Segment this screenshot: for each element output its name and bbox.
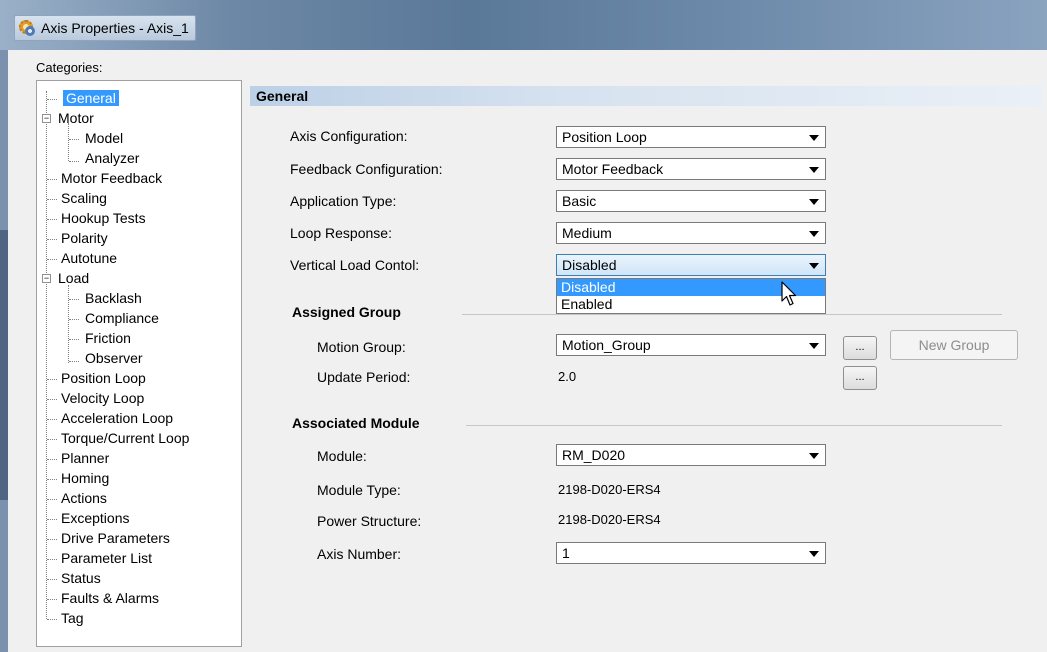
dropdown-arrow-icon [809, 263, 819, 269]
dropdown-arrow-icon [809, 199, 819, 205]
dropdown-arrow-icon [809, 343, 819, 349]
tree-item-tag[interactable]: Tag [58, 609, 87, 627]
tree-item-faults-alarms[interactable]: Faults & Alarms [58, 589, 162, 607]
collapse-load-icon[interactable]: − [42, 274, 51, 283]
feedback-configuration-label: Feedback Configuration: [290, 161, 443, 177]
feedback-configuration-select[interactable]: Motor Feedback [556, 158, 826, 180]
tree-item-hookup-tests[interactable]: Hookup Tests [58, 209, 149, 227]
power-structure-value: 2198-D020-ERS4 [558, 512, 661, 527]
tree-item-motor[interactable]: Motor [55, 109, 97, 127]
vertical-load-control-select[interactable]: Disabled [556, 254, 826, 276]
module-type-value: 2198-D020-ERS4 [558, 482, 661, 497]
assigned-group-title: Assigned Group [292, 304, 401, 320]
tree-item-torque-current-loop[interactable]: Torque/Current Loop [58, 429, 192, 447]
tree-item-scaling[interactable]: Scaling [58, 189, 110, 207]
tree-item-compliance[interactable]: Compliance [82, 309, 162, 327]
tree-item-backlash[interactable]: Backlash [82, 289, 145, 307]
module-select[interactable]: RM_D020 [556, 444, 826, 466]
tree-item-actions[interactable]: Actions [58, 489, 110, 507]
categories-tree[interactable]: General − Motor Model Analyzer Motor Fee… [36, 80, 242, 647]
tree-item-model[interactable]: Model [82, 129, 126, 147]
window-title-tab: Axis Properties - Axis_1 [14, 15, 196, 41]
tree-item-position-loop[interactable]: Position Loop [58, 369, 149, 387]
dropdown-arrow-icon [809, 453, 819, 459]
new-group-button[interactable]: New Group [890, 330, 1018, 360]
assigned-group-divider [462, 314, 1002, 315]
window-left-border [0, 50, 8, 652]
tree-item-observer[interactable]: Observer [82, 349, 146, 367]
motion-group-browse-button[interactable]: ... [843, 336, 877, 360]
tree-item-drive-parameters[interactable]: Drive Parameters [58, 529, 173, 547]
loop-response-label: Loop Response: [290, 225, 392, 241]
update-period-browse-button[interactable]: ... [843, 366, 877, 390]
module-label: Module: [317, 448, 367, 464]
tree-guide-line [68, 285, 69, 363]
tree-item-analyzer[interactable]: Analyzer [82, 149, 142, 167]
update-period-value: 2.0 [558, 369, 577, 384]
tree-item-velocity-loop[interactable]: Velocity Loop [58, 389, 147, 407]
motion-group-select[interactable]: Motion_Group [556, 334, 826, 356]
mouse-pointer-icon [781, 281, 797, 306]
vertical-load-control-label: Vertical Load Contol: [290, 257, 420, 273]
tree-item-motor-feedback[interactable]: Motor Feedback [58, 169, 165, 187]
window-title-bar[interactable]: Axis Properties - Axis_1 [0, 0, 1047, 50]
loop-response-select[interactable]: Medium [556, 222, 826, 244]
axis-number-select[interactable]: 1 [556, 542, 826, 564]
tree-item-parameter-list[interactable]: Parameter List [58, 549, 155, 567]
module-type-label: Module Type: [317, 482, 401, 498]
tree-item-load[interactable]: Load [55, 269, 92, 287]
application-type-select[interactable]: Basic [556, 190, 826, 212]
axis-configuration-select[interactable]: Position Loop [556, 126, 826, 148]
axis-number-label: Axis Number: [317, 546, 402, 562]
dropdown-arrow-icon [809, 135, 819, 141]
dropdown-arrow-icon [809, 551, 819, 557]
update-period-label: Update Period: [317, 369, 411, 385]
tree-item-general[interactable]: General [63, 89, 119, 107]
tree-item-planner[interactable]: Planner [58, 449, 112, 467]
associated-module-divider [466, 425, 1002, 426]
tree-item-friction[interactable]: Friction [82, 329, 134, 347]
axis-configuration-label: Axis Configuration: [290, 128, 408, 144]
window-title: Axis Properties - Axis_1 [41, 20, 189, 36]
general-section-header: General [250, 86, 1042, 106]
tree-item-exceptions[interactable]: Exceptions [58, 509, 132, 527]
categories-label: Categories: [36, 60, 103, 75]
application-type-label: Application Type: [290, 193, 397, 209]
tree-item-acceleration-loop[interactable]: Acceleration Loop [58, 409, 176, 427]
tree-item-status[interactable]: Status [58, 569, 104, 587]
associated-module-title: Associated Module [292, 415, 420, 431]
tree-item-polarity[interactable]: Polarity [58, 229, 111, 247]
tree-item-autotune[interactable]: Autotune [58, 249, 120, 267]
collapse-motor-icon[interactable]: − [42, 114, 51, 123]
motion-group-label: Motion Group: [317, 339, 406, 355]
power-structure-label: Power Structure: [317, 513, 422, 529]
tree-item-homing[interactable]: Homing [58, 469, 112, 487]
dropdown-arrow-icon [809, 231, 819, 237]
axis-properties-icon [19, 20, 35, 36]
dropdown-arrow-icon [809, 167, 819, 173]
tree-guide-line [68, 123, 69, 161]
